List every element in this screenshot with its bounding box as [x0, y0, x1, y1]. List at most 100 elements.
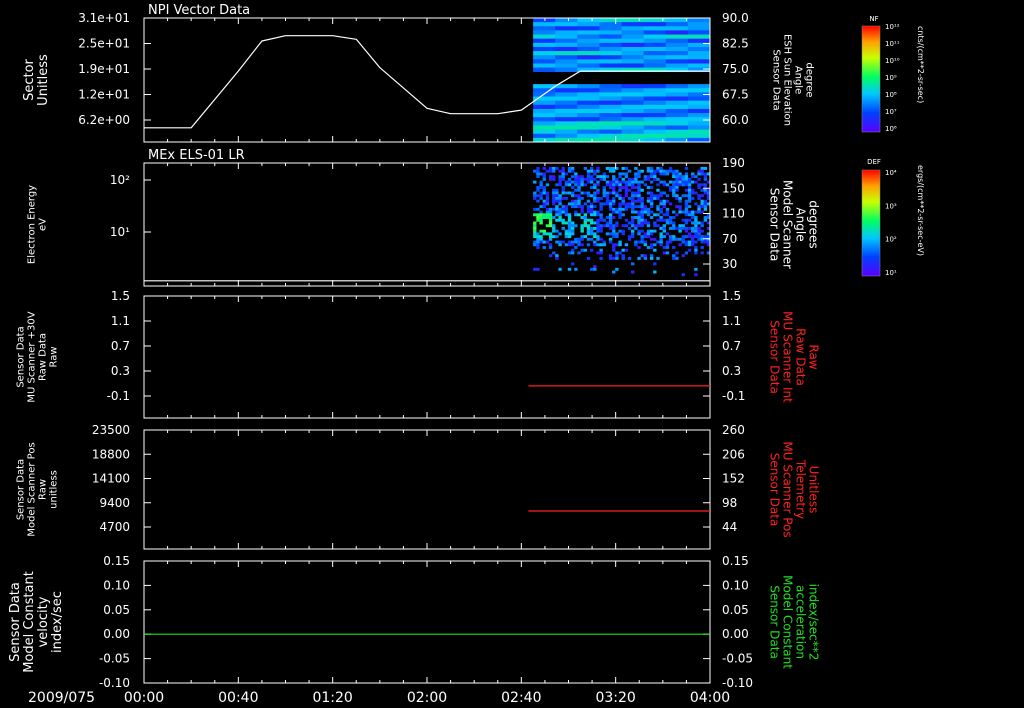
spectrogram-cell [703, 218, 708, 222]
spectrogram-cell [539, 186, 543, 189]
spectrogram-cell [649, 205, 654, 209]
spectrogram-cell [684, 243, 689, 247]
spectrogram-cell [555, 59, 578, 64]
spectrogram-cell [627, 188, 632, 192]
spectrogram-cell [545, 224, 550, 228]
spectrogram-cell [612, 191, 616, 195]
spectrogram-cell [612, 270, 616, 274]
spectrogram-cell [533, 108, 556, 114]
spectrogram-cell [656, 256, 660, 260]
spectrogram-cell [564, 232, 569, 236]
spectrogram-cell [533, 229, 537, 233]
spectrogram-cell [580, 177, 584, 181]
spectrogram-cell [608, 207, 613, 211]
spectrogram-cell [555, 229, 559, 233]
spectrogram-cell [665, 240, 670, 244]
spectrogram-cell [599, 213, 603, 217]
spectrogram-cell [555, 108, 578, 114]
spectrogram-cell [555, 129, 578, 135]
spectrogram-cell [558, 169, 562, 173]
left-tick-label: 10² [110, 173, 130, 187]
spectrogram-cell [627, 183, 632, 187]
colorbar-tick-label: 10² [885, 236, 897, 244]
spectrogram-cell [643, 133, 667, 139]
spectrogram-cell [567, 235, 572, 239]
spectrogram-cell [574, 194, 578, 198]
spectrogram-cell [615, 243, 619, 247]
spectrogram-cell [643, 26, 667, 31]
spectrogram-cell [621, 104, 645, 110]
spectrogram-cell [586, 224, 591, 228]
spectrogram-cell [643, 221, 648, 225]
spectrogram-cell [697, 226, 701, 230]
spectrogram-cell [624, 207, 629, 211]
spectrogram-cell [700, 235, 704, 239]
spectrogram-cell [691, 210, 695, 214]
spectrogram-cell [593, 232, 597, 236]
right-tick-label: 190 [722, 156, 745, 170]
spectrogram-cell [542, 216, 546, 219]
spectrogram-cell [586, 169, 591, 173]
spectrogram-cell [596, 180, 600, 184]
spectrogram-cell [589, 213, 594, 217]
spectrogram-cell [577, 213, 581, 217]
spectrogram-cell [545, 216, 550, 219]
spectrogram-cell [571, 202, 575, 206]
spectrogram-cell [665, 100, 689, 106]
left-tick-label: 1.9e+01 [78, 62, 130, 76]
time-label: 03:20 [595, 690, 635, 706]
spectrogram-cell [580, 207, 584, 211]
spectrogram-cell [697, 235, 701, 239]
spectrogram-cell [580, 205, 584, 209]
spectrogram-cell [665, 30, 689, 35]
spectrogram-cell [681, 210, 685, 214]
spectrogram-cell [558, 196, 562, 200]
right-tick-label: 150 [722, 181, 745, 195]
spectrogram-cell [567, 251, 572, 255]
spectrogram-cell [608, 226, 613, 230]
spectrogram-cell [694, 216, 698, 219]
spectrogram-cell [577, 188, 581, 192]
spectrogram-cell [533, 42, 556, 48]
spectrogram-cell [583, 224, 588, 228]
spectrogram-cell [571, 251, 575, 255]
spectrogram-cell [596, 169, 600, 173]
spectrogram-cell [567, 232, 572, 236]
spectrogram-cell [555, 213, 559, 217]
spectrogram-cell [583, 221, 588, 225]
spectrogram-cell [662, 224, 666, 228]
spectrogram-cell [684, 235, 689, 239]
spectrogram-cell [571, 167, 575, 170]
time-label: 01:20 [312, 690, 352, 706]
spectrogram-cell [536, 207, 540, 211]
spectrogram-cell [577, 113, 600, 118]
spectrogram-cell [621, 55, 645, 60]
spectrogram-cell [656, 240, 660, 244]
right-tick-label: 0.10 [722, 578, 749, 592]
spectrogram-cell [640, 199, 644, 203]
spectrogram-cell [697, 205, 701, 209]
spectrogram-cell [599, 224, 603, 228]
spectrogram-cell [694, 251, 698, 255]
spectrogram-cell [665, 169, 670, 173]
spectrogram-cell [687, 199, 692, 203]
spectrogram-cell [697, 194, 701, 198]
spectrogram-cell [567, 243, 572, 247]
spectrogram-cell [533, 63, 556, 68]
spectrogram-cell [605, 196, 610, 200]
spectrogram-cell [555, 256, 559, 260]
spectrogram-cell [643, 59, 667, 64]
spectrogram-cell [621, 59, 645, 64]
spectrogram-cell [656, 207, 660, 211]
spectrogram-cell [640, 218, 644, 222]
spectrogram-cell [621, 129, 645, 135]
spectrogram-cell [631, 196, 635, 200]
spectrogram-cell [624, 191, 629, 195]
spectrogram-cell [577, 51, 600, 56]
spectrogram-cell [672, 226, 676, 230]
spectrogram-cell [593, 186, 597, 189]
spectrogram-cell [659, 202, 663, 206]
spectrogram-cell [703, 177, 708, 181]
spectrogram-cell [536, 232, 540, 236]
colorbar-nf-unit: cnts/(cm**2-sr-sec) [916, 26, 925, 103]
